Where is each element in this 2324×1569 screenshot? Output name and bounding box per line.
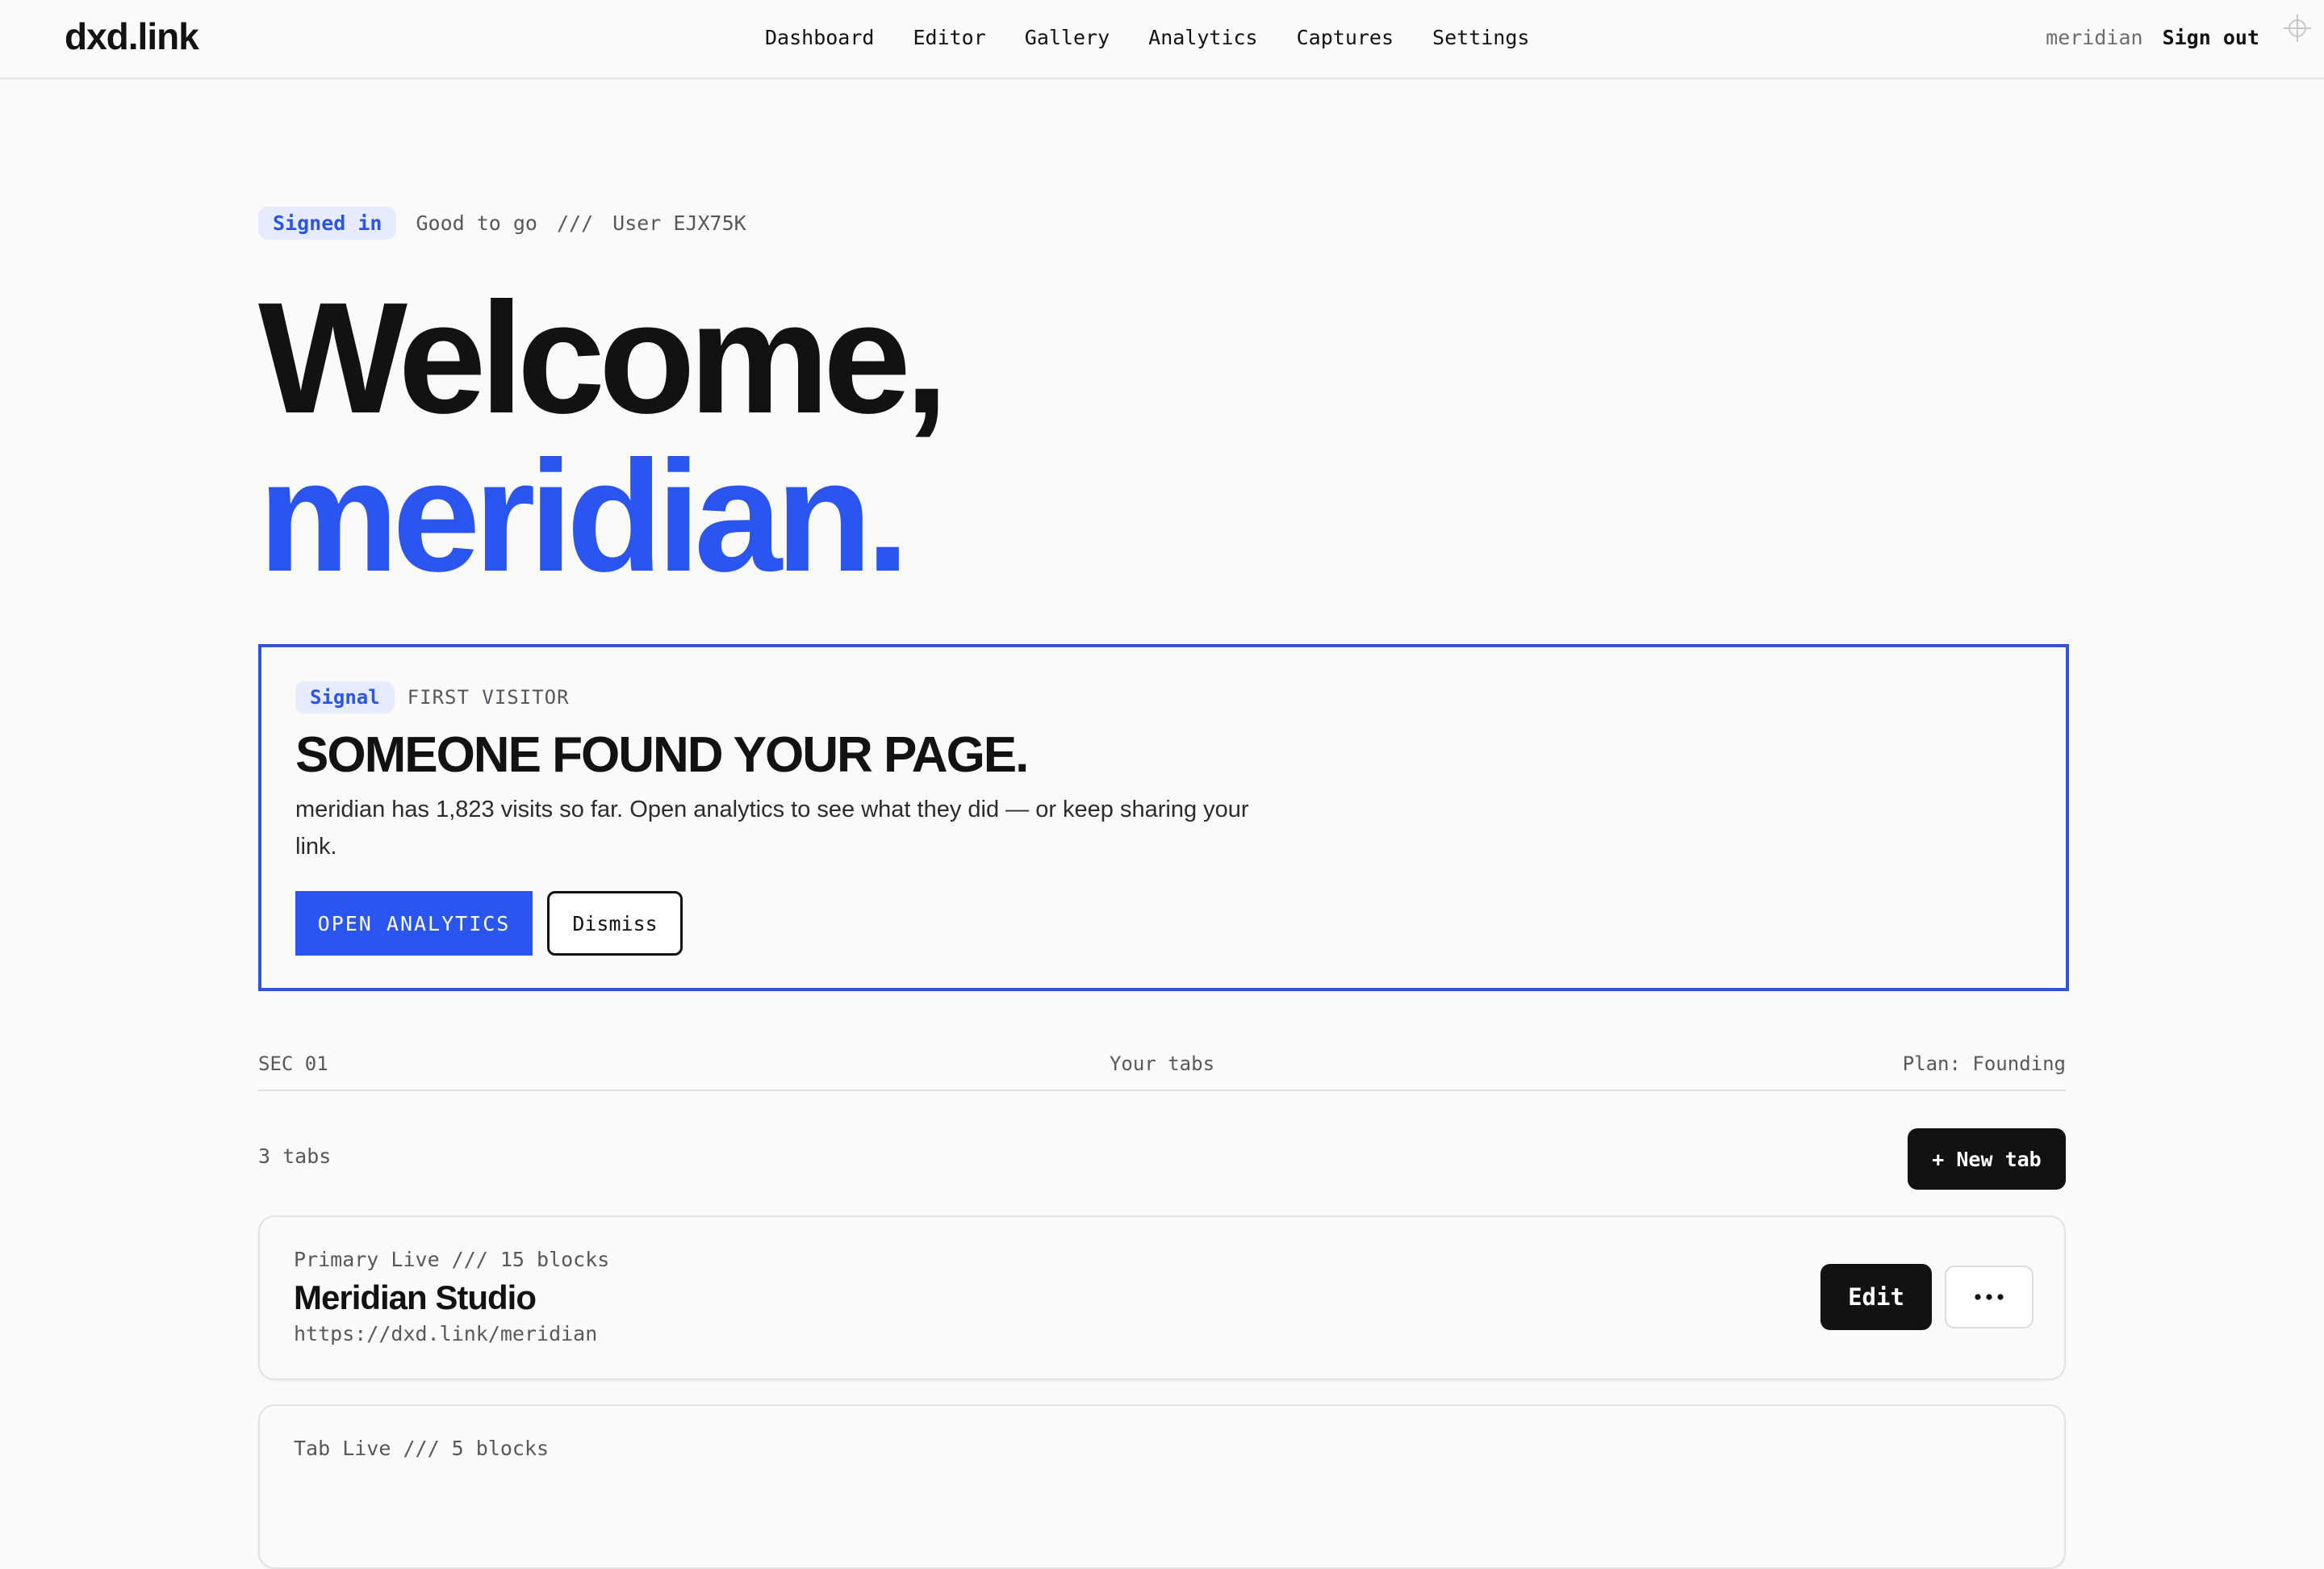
tab-name: Meridian Studio [294, 1278, 537, 1316]
nav-item-captures[interactable]: Captures [1297, 26, 1394, 49]
signal-card: Signal FIRST VISITOR SOMEONE FOUND YOUR … [258, 644, 2069, 991]
open-analytics-button[interactable]: OPEN ANALYTICS [295, 891, 533, 956]
signal-tag: FIRST VISITOR [407, 686, 570, 709]
nav-item-settings[interactable]: Settings [1432, 26, 1529, 49]
nav-item-analytics[interactable]: Analytics [1148, 26, 1257, 49]
signed-in-badge: Signed in [258, 207, 397, 240]
nav-item-dashboard[interactable]: Dashboard [765, 26, 874, 49]
status-text: Good to go [416, 211, 537, 235]
dismiss-button[interactable]: Dismiss [547, 891, 683, 956]
sign-out-link[interactable]: Sign out [2163, 26, 2259, 49]
account-area: meridian Sign out [2046, 0, 2259, 74]
tabs-count: 3 tabs [258, 1144, 332, 1168]
new-tab-button[interactable]: + New tab [1908, 1128, 2066, 1190]
status-row: Signed in Good to go /// User EJX75K [258, 207, 746, 240]
top-navbar: dxd.link Dashboard Editor Gallery Analyt… [0, 0, 2324, 79]
signal-title: SOMEONE FOUND YOUR PAGE. [295, 727, 1029, 783]
signal-header: Signal FIRST VISITOR [295, 681, 570, 713]
signal-body: meridian has 1,823 visits so far. Open a… [295, 797, 1249, 860]
nav-item-editor[interactable]: Editor [913, 26, 985, 49]
tab-url[interactable]: https://dxd.link/meridian [294, 1322, 597, 1345]
more-horizontal-icon [1975, 1294, 2004, 1300]
section-title: Your tabs [1109, 1052, 1215, 1075]
plan-label: Plan: Founding [1902, 1052, 2066, 1075]
crosshair-icon [2284, 15, 2311, 42]
tab-card[interactable]: Primary Live /// 15 blocks Meridian Stud… [258, 1215, 2066, 1380]
welcome-heading: Welcome, [258, 270, 948, 446]
account-username: meridian [2046, 25, 2143, 49]
nav-item-gallery[interactable]: Gallery [1025, 26, 1110, 49]
more-options-button[interactable] [1945, 1266, 2034, 1328]
status-separator: /// [556, 211, 594, 235]
main-nav: Dashboard Editor Gallery Analytics Captu… [765, 0, 1529, 74]
edit-button[interactable]: Edit [1820, 1264, 1932, 1330]
logo[interactable]: dxd.link [65, 15, 199, 58]
tab-meta: Primary Live /// 15 blocks [294, 1248, 610, 1271]
tab-meta: Tab Live /// 5 blocks [294, 1437, 550, 1460]
tab-card[interactable]: Tab Live /// 5 blocks [258, 1404, 2066, 1569]
signal-badge: Signal [295, 681, 395, 713]
welcome-username: meridian. [258, 428, 909, 605]
section-header: SEC 01 Your tabs Plan: Founding [258, 1049, 2066, 1091]
user-id: User EJX75K [612, 211, 746, 235]
